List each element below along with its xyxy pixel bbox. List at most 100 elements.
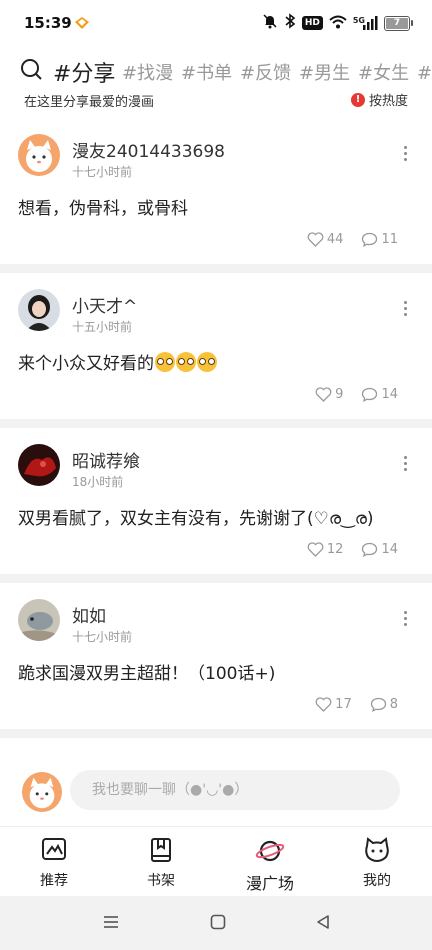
battery-icon: 7 — [384, 15, 413, 31]
tab-feedback[interactable]: #反馈 — [240, 59, 291, 85]
like-count: 12 — [326, 542, 344, 557]
nav-recommend[interactable]: 推荐 — [19, 837, 89, 890]
nav-mine[interactable]: 我的 — [342, 837, 412, 890]
nav-comic-plaza[interactable]: 漫广场 — [235, 837, 305, 894]
tab-male[interactable]: #男生 — [299, 59, 350, 85]
comment-button[interactable]: 11 — [361, 232, 398, 247]
signal-icon: 5G — [353, 16, 378, 30]
search-icon[interactable] — [20, 58, 42, 84]
system-nav-bar — [0, 896, 432, 950]
sort-label: 按热度 — [368, 94, 408, 109]
post-stats: 44 11 — [307, 232, 398, 247]
signal-5g-label: 5G — [352, 16, 365, 25]
battery-level: 7 — [393, 17, 401, 28]
avatar[interactable] — [18, 289, 60, 331]
tab-partial[interactable]: #百 — [417, 59, 432, 85]
avatar[interactable] — [18, 444, 60, 486]
comment-button[interactable]: 14 — [361, 542, 398, 557]
comment-input[interactable]: 我也要聊一聊（●'◡'●） — [70, 770, 400, 810]
sort-alert-icon: ! — [350, 92, 365, 107]
status-icons: HD 5G 7 — [262, 13, 413, 33]
comment-count: 14 — [381, 387, 398, 402]
home-icon[interactable] — [209, 913, 227, 935]
post-content[interactable]: 跪求国漫双男主超甜！（100话+) — [18, 659, 275, 684]
post-time: 十五小时前 — [72, 320, 133, 334]
recommend-icon — [19, 837, 89, 865]
bookshelf-icon — [126, 837, 196, 865]
nerd-face-emoji-icon — [197, 352, 217, 372]
tab-female[interactable]: #女生 — [358, 59, 409, 85]
cat-face-icon — [342, 837, 412, 865]
nerd-face-emoji-icon — [176, 352, 196, 372]
post-card[interactable]: 昭诚荐飨 18小时前 双男看腻了，双女主有没有，先谢谢了(♡ര‿ര) 12 14 — [0, 428, 432, 583]
nav-comic-plaza-label: 漫广场 — [245, 874, 294, 893]
hd-badge: HD — [301, 16, 323, 30]
avatar[interactable] — [18, 134, 60, 176]
like-button[interactable]: 17 — [315, 697, 352, 712]
post-time: 十七小时前 — [72, 630, 133, 644]
post-content[interactable]: 双男看腻了，双女主有没有，先谢谢了(♡ര‿ര) — [18, 504, 374, 529]
comment-count: 11 — [381, 232, 398, 247]
more-options-icon[interactable] — [404, 301, 408, 319]
heart-icon — [307, 232, 324, 247]
mute-bell-icon — [262, 13, 278, 33]
comment-bubble-icon — [370, 697, 386, 712]
like-count: 44 — [326, 232, 344, 247]
topic-subtitle: 在这里分享最爱的漫画 — [24, 95, 155, 110]
post-content-text: 来个小众又好看的 — [18, 354, 154, 374]
more-options-icon[interactable] — [404, 611, 408, 629]
nerd-face-emoji-icon — [155, 352, 175, 372]
comment-bubble-icon — [362, 232, 378, 247]
more-options-icon[interactable] — [404, 456, 408, 474]
comment-count: 14 — [381, 542, 398, 557]
status-bar: 15:39 HD 5G 7 — [0, 0, 432, 46]
avatar[interactable] — [18, 599, 60, 641]
post-time: 十七小时前 — [72, 165, 133, 179]
like-button[interactable]: 44 — [307, 232, 344, 247]
menu-icon[interactable] — [102, 913, 120, 935]
post-card[interactable]: 漫友24014433698 十七小时前 想看，伪骨科，或骨科 44 11 — [0, 118, 432, 273]
like-count: 17 — [335, 697, 352, 712]
post-time: 18小时前 — [72, 475, 124, 489]
post-username[interactable]: 如如 — [72, 602, 106, 627]
post-stats: 9 14 — [315, 387, 398, 402]
post-username[interactable]: 昭诚荐飨 — [72, 447, 140, 472]
nav-mine-label: 我的 — [363, 873, 391, 889]
heart-icon — [307, 542, 324, 557]
like-button[interactable]: 9 — [315, 387, 343, 402]
my-avatar[interactable] — [22, 772, 62, 812]
post-stats: 17 8 — [315, 697, 398, 712]
like-count: 9 — [335, 387, 344, 402]
nav-recommend-label: 推荐 — [40, 873, 68, 889]
post-content[interactable]: 想看，伪骨科，或骨科 — [18, 194, 188, 219]
post-feed: 漫友24014433698 十七小时前 想看，伪骨科，或骨科 44 11 小天才… — [0, 118, 432, 738]
comment-bubble-icon — [362, 542, 378, 557]
tab-booklist[interactable]: #书单 — [181, 59, 232, 85]
planet-icon — [235, 837, 305, 865]
post-content[interactable]: 来个小众又好看的 — [18, 349, 217, 374]
more-options-icon[interactable] — [404, 146, 408, 164]
comment-bubble-icon — [362, 387, 378, 402]
post-username[interactable]: 小天才^ — [72, 292, 137, 317]
bottom-nav: 推荐 书架 漫广场 我的 — [0, 826, 432, 897]
comment-count: 8 — [389, 697, 398, 712]
post-card[interactable]: 如如 十七小时前 跪求国漫双男主超甜！（100话+) 17 8 — [0, 583, 432, 738]
tab-share[interactable]: #分享 — [53, 56, 115, 88]
comment-bar: 我也要聊一聊（●'◡'●） — [0, 762, 432, 822]
post-card[interactable]: 小天才^ 十五小时前 来个小众又好看的 9 14 — [0, 273, 432, 428]
post-username[interactable]: 漫友24014433698 — [72, 137, 225, 162]
sort-by-hot-button[interactable]: ! 按热度 — [350, 90, 408, 109]
heart-icon — [315, 387, 332, 402]
bluetooth-icon — [284, 13, 296, 33]
topic-tab-bar: #分享 #找漫 #书单 #反馈 #男生 #女生 #百 — [0, 50, 432, 90]
wifi-icon — [329, 14, 347, 33]
tab-find-comics[interactable]: #找漫 — [122, 59, 173, 85]
app-notification-icon — [74, 15, 90, 34]
nav-bookshelf[interactable]: 书架 — [126, 837, 196, 890]
like-button[interactable]: 12 — [307, 542, 344, 557]
back-icon[interactable] — [314, 913, 332, 935]
post-stats: 12 14 — [307, 542, 398, 557]
status-time: 15:39 — [24, 14, 72, 32]
comment-button[interactable]: 14 — [361, 387, 398, 402]
comment-button[interactable]: 8 — [370, 697, 398, 712]
